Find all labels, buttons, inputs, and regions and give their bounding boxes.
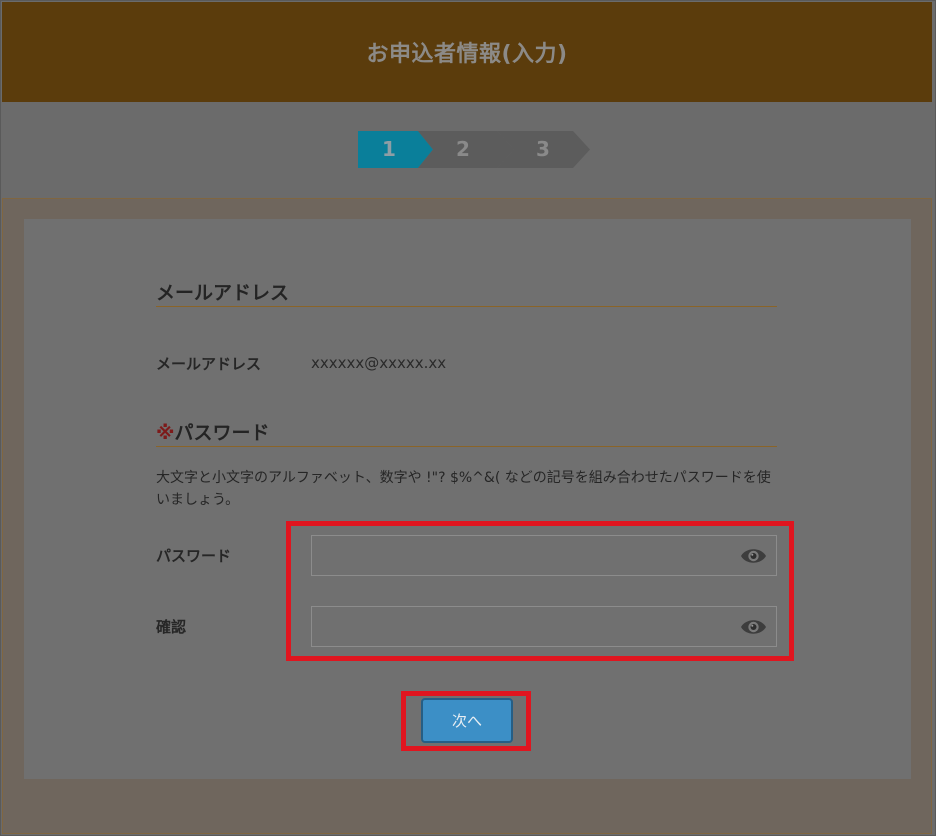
next-button-highlight (401, 691, 531, 751)
email-section-title: メールアドレス (156, 282, 290, 304)
required-mark: ※ (156, 422, 175, 444)
email-value: xxxxxx@xxxxx.xx (311, 354, 447, 372)
step-indicator: 1 2 3 (358, 131, 590, 168)
step-1-label: 1 (382, 137, 396, 161)
password-fields-highlight (286, 521, 794, 661)
email-section-divider (156, 306, 777, 307)
password-label: パスワード (156, 547, 232, 565)
password-section-title-text: パスワード (174, 422, 270, 444)
email-label: メールアドレス (156, 355, 262, 373)
password-description: 大文字と小文字のアルファベット、数字や !"? $%^&( などの記号を組み合わ… (156, 470, 771, 508)
step-2-label: 2 (456, 137, 470, 161)
page-title: お申込者情報(入力) (366, 42, 568, 67)
password-section-title: ※パスワード (156, 418, 270, 445)
confirm-label: 確認 (156, 618, 187, 636)
password-section-divider (156, 446, 777, 447)
step-3-label: 3 (536, 137, 550, 161)
step-3: 3 (497, 131, 590, 168)
page-header: お申込者情報(入力) (2, 2, 932, 102)
